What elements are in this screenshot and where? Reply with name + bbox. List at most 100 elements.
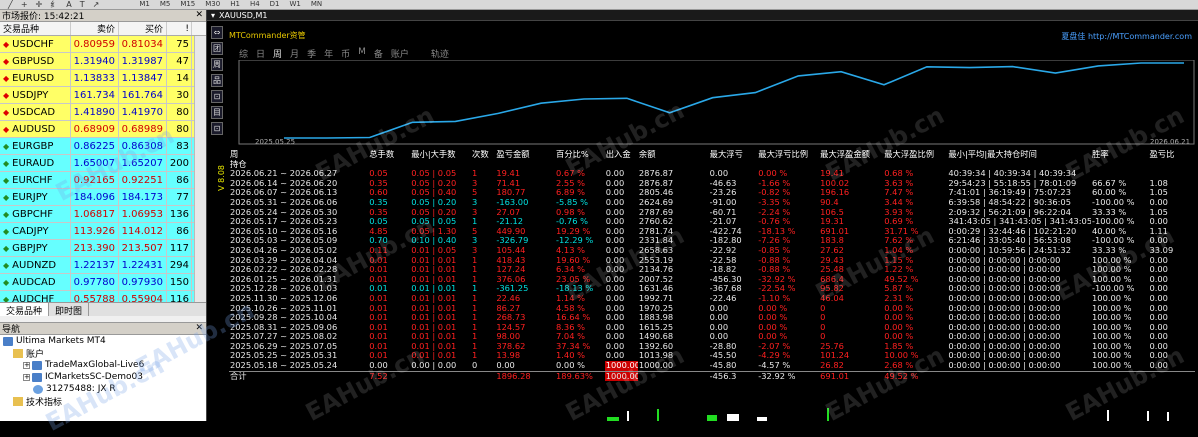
timeframe-m15[interactable]: M15	[180, 0, 195, 9]
close-icon[interactable]: ✕	[195, 323, 203, 333]
period-tab[interactable]: 币	[341, 47, 350, 60]
side-button[interactable]: ⊡	[211, 90, 223, 103]
tab-symbols[interactable]: 交易品种	[0, 303, 50, 317]
table-cell: 1.14 %	[556, 293, 586, 303]
table-row[interactable]: 2025.11.30 ~ 2025.12.06 0.01 0.01 | 0.01 1 2…	[229, 294, 1195, 304]
market-watch-row[interactable]: ◆ GBPCHF 1.06817 1.06953 136	[0, 206, 206, 223]
arrow-icon[interactable]: ↗	[93, 0, 100, 9]
side-button[interactable]: 品	[211, 74, 223, 87]
market-watch-row[interactable]: ◆ EURUSD 1.13833 1.13847 14	[0, 70, 206, 87]
line-icon[interactable]: ╱	[8, 0, 13, 9]
table-row[interactable]: 2026.05.10 ~ 2026.05.16 4.85 0.05 | 1.30 5 4…	[229, 227, 1195, 237]
table-row[interactable]: 2026.03.29 ~ 2026.04.04 0.01 0.01 | 0.01 1 4…	[229, 256, 1195, 266]
table-cell: 0.01 | 0.01	[411, 341, 457, 351]
timeframe-mn[interactable]: MN	[311, 0, 322, 9]
timeframe-m1[interactable]: M1	[139, 0, 150, 9]
label-icon[interactable]: T	[80, 0, 85, 9]
col-bid[interactable]: 卖价	[71, 22, 119, 35]
table-cell: 0.00	[709, 322, 729, 332]
period-tab[interactable]: 备	[374, 47, 383, 60]
expand-icon[interactable]: +	[23, 361, 30, 369]
track-tab[interactable]: 轨迹	[431, 47, 449, 60]
market-watch-row[interactable]: ◆ EURCHF 0.92165 0.92251 86	[0, 172, 206, 189]
market-watch-row[interactable]: ◆ USDJPY 161.734 161.764 30	[0, 87, 206, 104]
table-row[interactable]: 2026.05.31 ~ 2026.06.06 0.35 0.05 | 0.20 3 -…	[229, 198, 1195, 208]
timeframe-w1[interactable]: W1	[290, 0, 301, 9]
side-button[interactable]: 周	[211, 58, 223, 71]
table-cell: 26.82	[820, 361, 844, 371]
timeframe-d1[interactable]: D1	[270, 0, 280, 9]
table-row[interactable]: 2026.02.22 ~ 2026.02.28 0.01 0.01 | 0.01 1 1…	[229, 265, 1195, 275]
table-row[interactable]: 2025.09.28 ~ 2025.10.04 0.01 0.01 | 0.01 1 2…	[229, 313, 1195, 323]
table-row[interactable]: 2026.04.26 ~ 2026.05.02 0.11 0.01 | 0.05 3 1…	[229, 246, 1195, 256]
period-tab[interactable]: 年	[324, 47, 333, 60]
timeframe-h1[interactable]: H1	[230, 0, 240, 9]
col-ask[interactable]: 买价	[119, 22, 167, 35]
table-row[interactable]: 2025.05.18 ~ 2025.05.24 0.00 0.00 | 0.00 0 0…	[229, 361, 1195, 372]
market-watch-row[interactable]: ◆ GBPJPY 213.390 213.507 117	[0, 240, 206, 257]
period-tab[interactable]: 月	[290, 47, 299, 60]
table-row[interactable]: 2026.06.14 ~ 2026.06.20 0.35 0.05 | 0.20 3 7…	[229, 179, 1195, 189]
nav-item[interactable]: + ICMarketsSC-Demo03	[0, 371, 206, 383]
market-watch-row[interactable]: ◆ USDCAD 1.41890 1.41970 80	[0, 104, 206, 121]
side-button[interactable]: 目	[211, 106, 223, 119]
side-button[interactable]: ⇔	[211, 26, 223, 39]
period-tab[interactable]: 综	[239, 47, 248, 60]
col-symbol[interactable]: 交易品种	[0, 22, 71, 35]
table-row[interactable]: 2025.12.28 ~ 2026.01.03 0.01 0.01 | 0.01 1 -…	[229, 284, 1195, 294]
nav-item[interactable]: 31275488: JX R	[0, 383, 206, 395]
crosshair-icon[interactable]: ✛	[36, 0, 43, 9]
cross-icon[interactable]: +	[21, 0, 28, 9]
table-row[interactable]: 2026.05.17 ~ 2026.05.23 0.05 0.05 | 0.05 1 -…	[229, 217, 1195, 227]
expand-icon[interactable]: +	[23, 373, 30, 381]
table-cell: 5	[472, 188, 478, 198]
chevron-down-icon[interactable]: ▾	[211, 11, 215, 20]
fibo-icon[interactable]: 纟	[50, 0, 58, 9]
market-watch-row[interactable]: ◆ GBPUSD 1.31940 1.31987 47	[0, 53, 206, 70]
text-icon[interactable]: A	[66, 0, 71, 9]
table-row[interactable]: 2025.06.29 ~ 2025.07.05 0.01 0.01 | 0.01 1 3…	[229, 342, 1195, 352]
table-cell: 2.68 %	[884, 361, 914, 371]
period-tab[interactable]: 账户	[391, 47, 409, 60]
market-watch-row[interactable]: ◆ AUDCAD 0.97780 0.97930 150	[0, 274, 206, 291]
table-row[interactable]: 2026.06.07 ~ 2026.06.13 0.60 0.05 | 0.40 5 1…	[229, 188, 1195, 198]
table-row[interactable]: 2025.08.31 ~ 2025.09.06 0.01 0.01 | 0.01 1 1…	[229, 323, 1195, 333]
timeframe-m30[interactable]: M30	[205, 0, 220, 9]
nav-item[interactable]: 技术指标	[0, 395, 206, 408]
total-cell	[410, 370, 472, 382]
table-row[interactable]: 2025.05.25 ~ 2025.05.31 0.01 0.01 | 0.01 1 1…	[229, 351, 1195, 361]
side-button[interactable]: ⊡	[211, 122, 223, 135]
side-button[interactable]: 团	[211, 42, 223, 55]
table-row[interactable]: 2026.05.03 ~ 2026.05.09 0.70 0.10 | 0.40 3 -…	[229, 236, 1195, 246]
timeframe-h4[interactable]: H4	[250, 0, 260, 9]
period-tab[interactable]: 季	[307, 47, 316, 60]
table-row[interactable]: 2026.05.24 ~ 2026.05.30 0.35 0.05 | 0.20 3 2…	[229, 208, 1195, 218]
timeframe-m5[interactable]: M5	[160, 0, 171, 9]
nav-item[interactable]: Ultima Markets MT4	[0, 335, 206, 347]
nav-item[interactable]: 账户	[0, 347, 206, 360]
nav-label: 技术指标	[26, 397, 63, 408]
table-row[interactable]: 2025.07.27 ~ 2025.08.02 0.01 0.01 | 0.01 1 9…	[229, 332, 1195, 342]
table-row[interactable]: 2026.01.25 ~ 2026.01.31 0.01 0.01 | 0.01 1 3…	[229, 275, 1195, 285]
table-cell: 4.58 %	[556, 303, 586, 313]
market-watch-row[interactable]: ◆ AUDNZD 1.22137 1.22431 294	[0, 257, 206, 274]
tab-tick-chart[interactable]: 即时图	[49, 303, 90, 317]
table-cell: -18.82	[709, 265, 737, 275]
period-tab[interactable]: 日	[256, 47, 265, 60]
table-row[interactable]: 2025.10.26 ~ 2025.11.01 0.01 0.01 | 0.01 1 8…	[229, 304, 1195, 314]
market-watch-row[interactable]: ◆ EURGBP 0.86225 0.86308 83	[0, 138, 206, 155]
market-watch-row[interactable]: ◆ CADJPY 113.926 114.012 86	[0, 223, 206, 240]
nav-item[interactable]: + TradeMaxGlobal-Live6	[0, 359, 206, 371]
table-row[interactable]: 2026.06.21 ~ 2026.06.27 0.05 0.05 | 0.05 1 1…	[229, 169, 1195, 179]
close-icon[interactable]: ✕	[195, 10, 203, 20]
period-tab[interactable]: M	[358, 47, 366, 60]
market-watch-row[interactable]: ◆ AUDUSD 0.68909 0.68989 80	[0, 121, 206, 138]
scrollbar[interactable]	[194, 36, 206, 302]
market-watch-row[interactable]: ◆ USDCHF 0.80959 0.81034 75	[0, 36, 206, 53]
chart-window[interactable]: ▾ XAUUSD,M1 ⇔ 团周品 ⊡ 目 ⊡ MTCommander资管 夏盘佳 ht…	[206, 10, 1198, 421]
period-tab[interactable]: 周	[273, 47, 282, 60]
brand-link[interactable]: 夏盘佳 http://MTCommander.com	[1061, 31, 1192, 42]
market-watch-row[interactable]: ◆ EURJPY 184.096 184.173 77	[0, 189, 206, 206]
market-watch-row[interactable]: ◆ EURAUD 1.65007 1.65207 200	[0, 155, 206, 172]
col-spread[interactable]: !	[167, 22, 192, 35]
